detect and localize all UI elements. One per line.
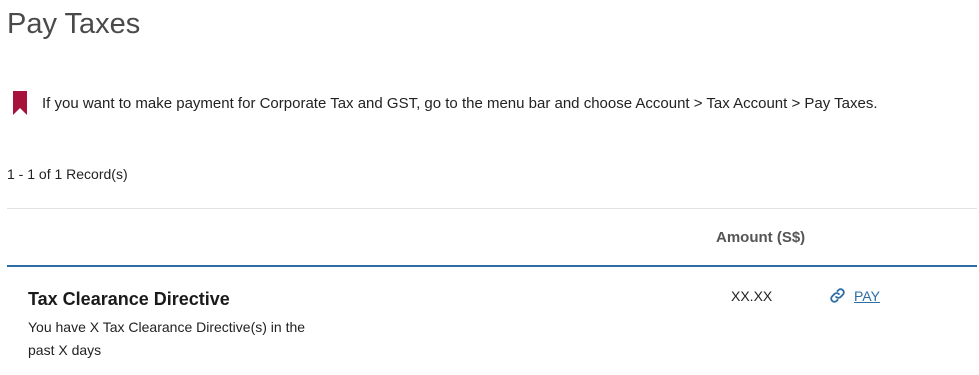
pay-link[interactable]: PAY: [829, 287, 880, 304]
row-title: Tax Clearance Directive: [28, 289, 230, 309]
info-notice: If you want to make payment for Corporat…: [12, 90, 878, 116]
pay-label[interactable]: PAY: [854, 288, 880, 304]
link-icon: [829, 287, 846, 304]
record-count: 1 - 1 of 1 Record(s): [7, 166, 128, 182]
table-header-divider: [7, 265, 977, 267]
bookmark-icon: [12, 91, 28, 115]
page-title: Pay Taxes: [7, 8, 141, 40]
table-top-divider: [7, 208, 977, 209]
row-description: You have X Tax Clearance Directive(s) in…: [28, 319, 306, 358]
row-amount: XX.XX: [731, 288, 773, 304]
column-header-amount: Amount (S$): [716, 229, 806, 246]
notice-text: If you want to make payment for Corporat…: [42, 94, 878, 112]
